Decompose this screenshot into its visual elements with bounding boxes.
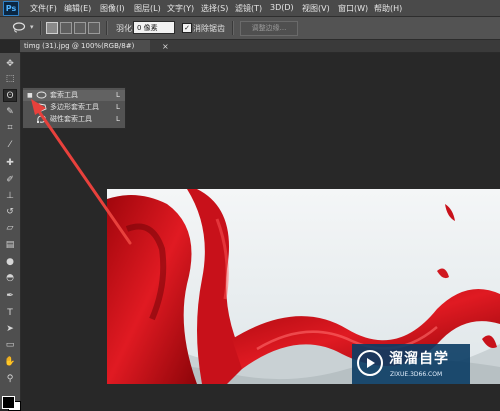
gradient-tool-icon[interactable]: ▤ [3,239,17,252]
selected-bullet-icon: ■ [27,92,33,99]
antialias-label: 消除锯齿 [193,24,225,33]
watermark-title: 溜溜自学 [389,351,449,367]
menu-image[interactable]: 图像(I) [100,3,125,14]
dodge-tool-icon[interactable]: ◓ [3,272,17,285]
eraser-tool-icon[interactable]: ▱ [3,222,17,235]
brush-tool-icon[interactable]: ✐ [3,174,17,187]
menu-help[interactable]: 帮助(H) [374,3,402,14]
healing-brush-tool-icon[interactable]: ✚ [3,157,17,170]
photoshop-logo: Ps [3,1,19,16]
magnetic-lasso-icon [37,115,46,123]
toolbox: ✥ ⬚ ʘ ✎ ⌗ ⁄ ✚ ✐ ⊥ ↺ ▱ ▤ ● ◓ ✒ T ➤ ▭ ✋ ⚲ [0,53,21,409]
flyout-item-label: 磁性套索工具 [50,115,92,123]
options-separator [232,21,234,35]
crop-tool-icon[interactable]: ⌗ [3,122,17,135]
flyout-item-polygonal-lasso[interactable]: 多边形套索工具 L [23,102,125,113]
antialias-checkbox[interactable]: ✓ [182,23,192,33]
menu-filter[interactable]: 滤镜(T) [235,3,262,14]
menu-select[interactable]: 选择(S) [201,3,228,14]
preset-dropdown-caret[interactable]: ▾ [30,23,34,31]
lasso-preset-icon[interactable] [12,22,26,33]
menu-bar: Ps 文件(F) 编辑(E) 图像(I) 图层(L) 文字(Y) 选择(S) 滤… [0,0,500,17]
menu-window[interactable]: 窗口(W) [338,3,368,14]
zoom-tool-icon[interactable]: ⚲ [3,373,17,386]
close-icon[interactable]: × [162,42,169,51]
new-selection-button[interactable] [46,22,58,34]
menu-type[interactable]: 文字(Y) [167,3,194,14]
options-separator [106,21,108,35]
options-separator [40,21,42,35]
options-bar: ▾ 羽化: 0 像素 ✓ 消除锯齿 调整边缘... [0,17,500,40]
pen-tool-icon[interactable]: ✒ [3,290,17,303]
quick-select-tool-icon[interactable]: ✎ [3,106,17,119]
move-tool-icon[interactable]: ✥ [3,58,17,71]
type-tool-icon[interactable]: T [3,307,17,320]
lasso-tool-flyout: ■ 套索工具 L 多边形套索工具 L 磁性套索工具 L [22,87,126,129]
feather-label: 羽化: [116,24,135,33]
hand-tool-icon[interactable]: ✋ [3,356,17,369]
play-logo-icon [357,350,383,376]
foreground-color-swatch[interactable] [2,396,15,409]
feather-input[interactable]: 0 像素 [133,21,175,34]
polygonal-lasso-icon [36,103,47,112]
lasso-icon [36,91,47,99]
history-brush-tool-icon[interactable]: ↺ [3,206,17,219]
blur-tool-icon[interactable]: ● [3,256,17,269]
document-tab[interactable]: timg (31).jpg @ 100%(RGB/8#) [20,40,150,52]
shape-tool-icon[interactable]: ▭ [3,339,17,352]
flyout-item-shortcut: L [116,91,120,99]
eyedropper-tool-icon[interactable]: ⁄ [3,139,17,152]
menu-3d[interactable]: 3D(D) [270,3,294,12]
flyout-item-magnetic-lasso[interactable]: 磁性套索工具 L [23,114,125,125]
flyout-item-label: 多边形套索工具 [50,103,99,111]
path-select-tool-icon[interactable]: ➤ [3,323,17,336]
marquee-tool-icon[interactable]: ⬚ [3,73,17,86]
menu-view[interactable]: 视图(V) [302,3,330,14]
refine-edge-button[interactable]: 调整边缘... [240,21,298,36]
watermark-badge: 溜溜自学 ZIXUE.3D66.COM [352,344,470,384]
document-tab-bar: timg (31).jpg @ 100%(RGB/8#) × [20,40,500,53]
clone-stamp-tool-icon[interactable]: ⊥ [3,190,17,203]
lasso-tool-icon[interactable]: ʘ [3,89,17,102]
flyout-item-lasso[interactable]: ■ 套索工具 L [23,90,125,101]
flyout-item-label: 套索工具 [50,91,78,99]
watermark-url: ZIXUE.3D66.COM [390,371,443,378]
menu-edit[interactable]: 编辑(E) [64,3,91,14]
menu-layer[interactable]: 图层(L) [134,3,161,14]
flyout-item-shortcut: L [116,115,120,123]
flyout-item-shortcut: L [116,103,120,111]
add-to-selection-button[interactable] [60,22,72,34]
subtract-from-selection-button[interactable] [74,22,86,34]
menu-file[interactable]: 文件(F) [30,3,57,14]
intersect-selection-button[interactable] [88,22,100,34]
